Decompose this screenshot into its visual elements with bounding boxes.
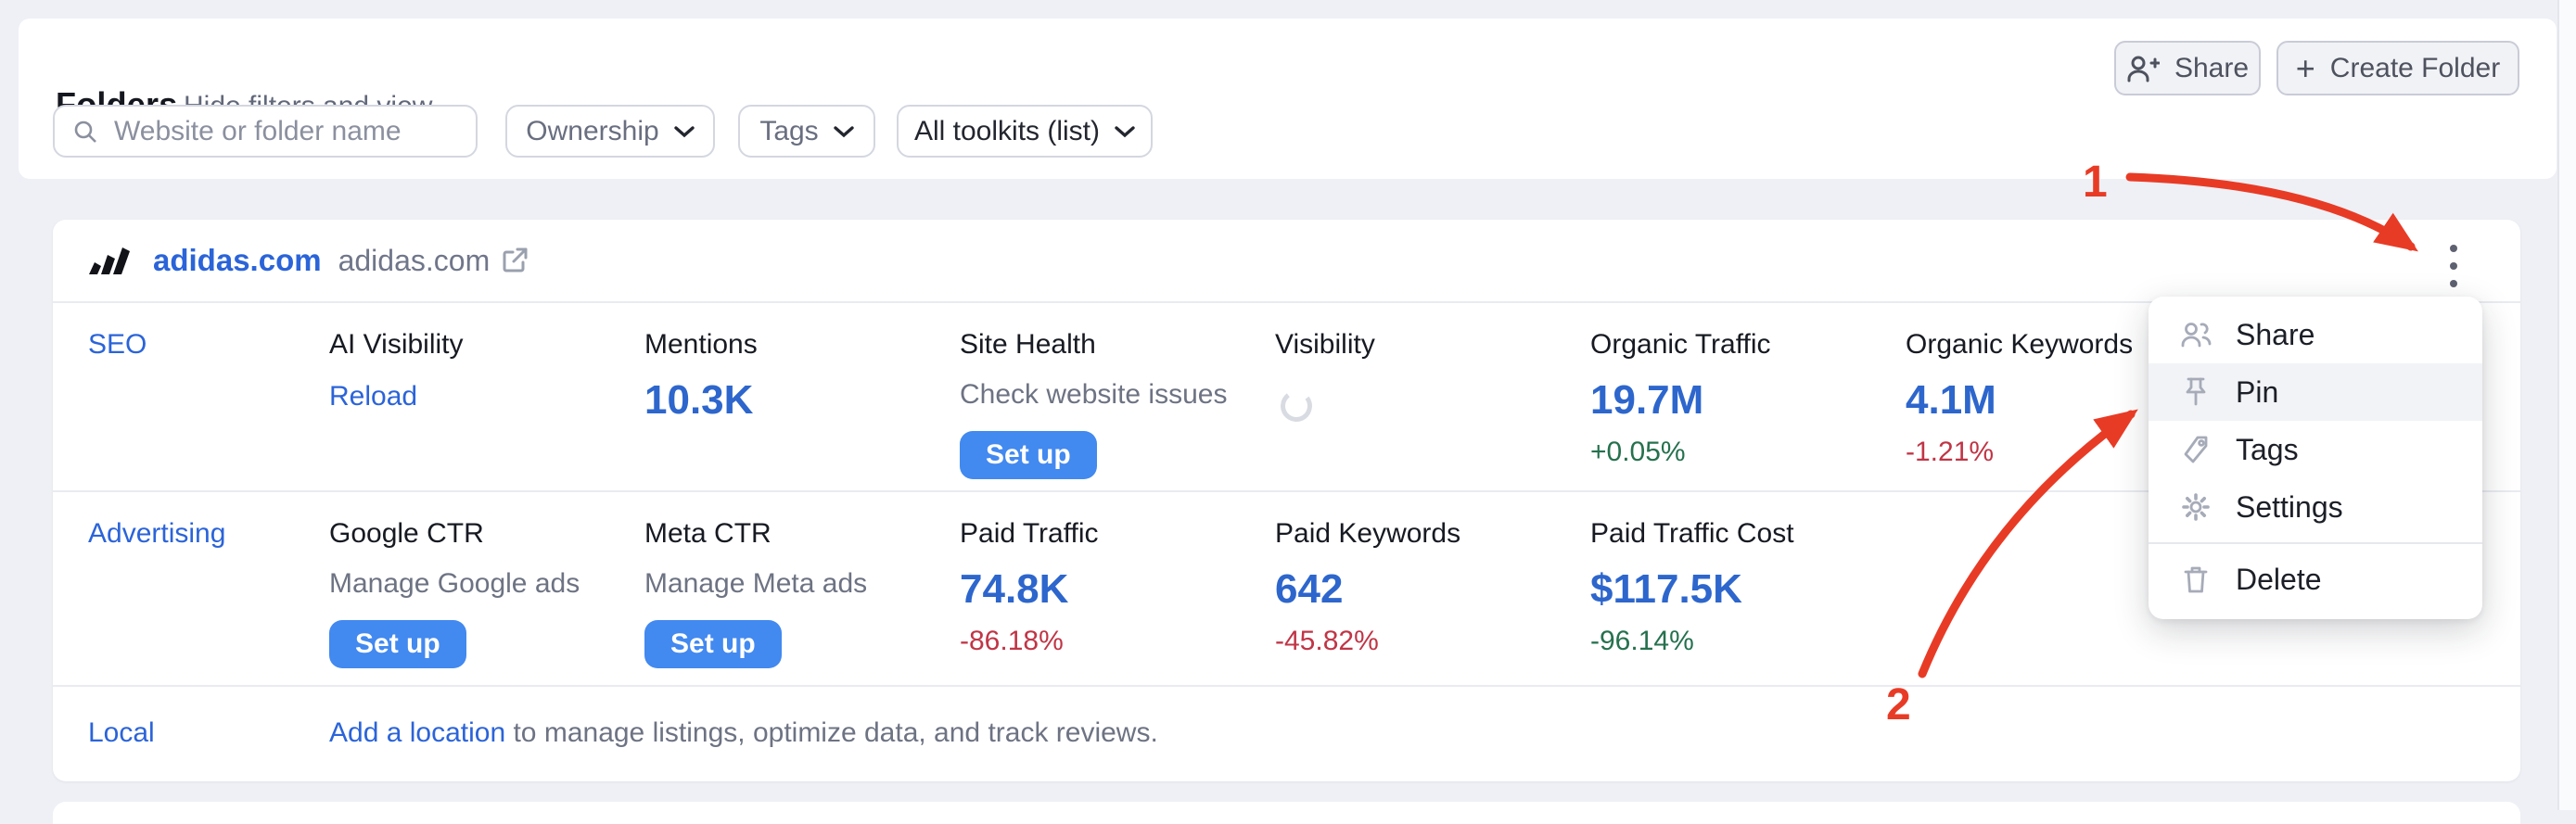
seo-link[interactable]: SEO (88, 329, 147, 360)
trash-icon (2180, 564, 2212, 594)
paid-traffic-cost-cell: Paid Traffic Cost $117.5K -96.14% (1590, 492, 1906, 685)
tag-icon (2180, 435, 2212, 464)
create-folder-button[interactable]: + Create Folder (2276, 41, 2519, 95)
paid-keywords-change: -45.82% (1275, 626, 1590, 657)
external-link-icon[interactable] (501, 247, 529, 274)
site-health-cell: Site Health Check website issues Set up (960, 303, 1275, 490)
local-row: Local Add a location to manage listings,… (53, 685, 2520, 780)
local-link[interactable]: Local (88, 717, 155, 748)
site-health-label: Site Health (960, 329, 1275, 361)
toolkits-filter-label: All toolkits (list) (914, 116, 1100, 147)
menu-item-settings-label: Settings (2236, 490, 2343, 525)
meta-ctr-setup-button[interactable]: Set up (644, 620, 782, 668)
paid-traffic-label: Paid Traffic (960, 518, 1275, 550)
menu-item-share[interactable]: Share (2149, 306, 2482, 363)
loading-spinner-icon (1279, 388, 1314, 424)
meta-ctr-hint: Manage Meta ads (644, 568, 960, 600)
ai-visibility-cell: AI Visibility Reload (329, 303, 644, 490)
page-scrollbar[interactable] (2557, 0, 2576, 810)
pin-icon (2180, 376, 2212, 408)
google-ctr-hint: Manage Google ads (329, 568, 644, 600)
chevron-down-icon (1115, 125, 1135, 138)
mentions-label: Mentions (644, 329, 960, 361)
organic-traffic-label: Organic Traffic (1590, 329, 1906, 361)
share-users-icon (2180, 320, 2212, 349)
menu-item-share-label: Share (2236, 318, 2315, 352)
folder-card-header: adidas.com adidas.com (53, 220, 2520, 303)
paid-traffic-change: -86.18% (960, 626, 1275, 657)
menu-item-settings[interactable]: Settings (2149, 478, 2482, 536)
local-description-text: to manage listings, optimize data, and t… (505, 717, 1158, 748)
toolkits-filter[interactable]: All toolkits (list) (897, 105, 1153, 158)
paid-traffic-value[interactable]: 74.8K (960, 566, 1275, 613)
visibility-label: Visibility (1275, 329, 1590, 361)
person-add-icon (2126, 54, 2160, 83)
mentions-value[interactable]: 10.3K (644, 377, 960, 424)
paid-traffic-cell: Paid Traffic 74.8K -86.18% (960, 492, 1275, 685)
adidas-logo-icon (88, 247, 133, 275)
create-folder-label: Create Folder (2330, 53, 2500, 84)
filters-panel: Folders Hide filters and view Ownership … (19, 19, 2557, 179)
menu-item-tags-label: Tags (2236, 433, 2299, 467)
next-folder-card-partial (53, 802, 2520, 824)
organic-traffic-change: +0.05% (1590, 437, 1906, 468)
chevron-down-icon (834, 125, 854, 138)
paid-traffic-cost-change: -96.14% (1590, 626, 1906, 657)
advertising-link[interactable]: Advertising (88, 518, 225, 549)
folder-menu-kebab-icon[interactable] (2433, 240, 2474, 292)
site-health-setup-button[interactable]: Set up (960, 431, 1097, 479)
folder-name-link[interactable]: adidas.com (153, 243, 322, 278)
google-ctr-setup-button[interactable]: Set up (329, 620, 466, 668)
plus-icon: + (2296, 52, 2315, 85)
paid-keywords-label: Paid Keywords (1275, 518, 1590, 550)
meta-ctr-cell: Meta CTR Manage Meta ads Set up (644, 492, 960, 685)
folder-context-menu: Share Pin Tags (2149, 297, 2482, 619)
menu-item-delete[interactable]: Delete (2149, 551, 2482, 608)
folder-search[interactable] (53, 105, 478, 158)
menu-item-tags[interactable]: Tags (2149, 421, 2482, 478)
menu-item-pin-label: Pin (2236, 375, 2278, 410)
visibility-cell: Visibility (1275, 303, 1590, 490)
add-location-link[interactable]: Add a location (329, 717, 505, 748)
tags-filter[interactable]: Tags (738, 105, 875, 158)
ai-visibility-label: AI Visibility (329, 329, 644, 361)
paid-keywords-value[interactable]: 642 (1275, 566, 1590, 613)
share-button-label: Share (2174, 53, 2249, 84)
reload-link[interactable]: Reload (329, 381, 644, 412)
google-ctr-label: Google CTR (329, 518, 644, 550)
ownership-filter-label: Ownership (526, 116, 658, 147)
mentions-cell: Mentions 10.3K (644, 303, 960, 490)
organic-traffic-value[interactable]: 19.7M (1590, 377, 1906, 424)
meta-ctr-label: Meta CTR (644, 518, 960, 550)
local-description: Add a location to manage listings, optim… (329, 717, 1158, 749)
folder-domain: adidas.com (338, 244, 491, 278)
menu-divider (2149, 542, 2482, 544)
chevron-down-icon (674, 125, 695, 138)
menu-item-delete-label: Delete (2236, 563, 2322, 597)
gear-icon (2180, 491, 2212, 523)
search-icon (71, 118, 99, 146)
search-input[interactable] (112, 115, 459, 148)
paid-traffic-cost-label: Paid Traffic Cost (1590, 518, 1906, 550)
paid-keywords-cell: Paid Keywords 642 -45.82% (1275, 492, 1590, 685)
google-ctr-cell: Google CTR Manage Google ads Set up (329, 492, 644, 685)
menu-item-pin[interactable]: Pin (2149, 363, 2482, 421)
share-button[interactable]: Share (2114, 41, 2261, 95)
tags-filter-label: Tags (759, 116, 818, 147)
organic-traffic-cell: Organic Traffic 19.7M +0.05% (1590, 303, 1906, 490)
site-health-hint: Check website issues (960, 379, 1275, 411)
ownership-filter[interactable]: Ownership (505, 105, 715, 158)
paid-traffic-cost-value[interactable]: $117.5K (1590, 566, 1906, 613)
folders-page: { "page": { "title": "Folders", "hide_fi… (0, 0, 2576, 810)
